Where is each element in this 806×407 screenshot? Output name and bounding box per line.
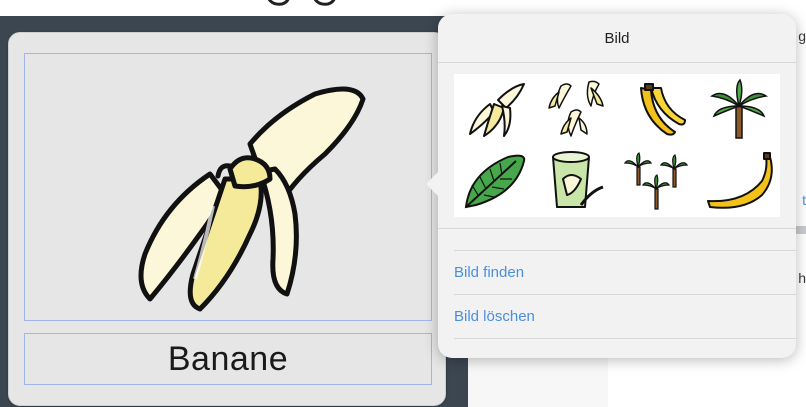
image-option-3[interactable] — [617, 74, 699, 146]
banana-yogurt-icon — [552, 151, 604, 209]
banana-leaf-icon — [464, 154, 525, 209]
divider — [438, 228, 796, 229]
popover-title: Bild — [604, 29, 630, 47]
image-suggestion-grid — [454, 74, 780, 217]
cut-text: g — [798, 28, 806, 44]
card-label-area[interactable]: Banane — [24, 333, 432, 385]
divider — [454, 338, 796, 339]
image-option-8[interactable] — [699, 146, 781, 218]
image-popover: Bild Bild finden Bild löschen — [426, 14, 796, 358]
divider — [438, 62, 796, 63]
peeled-banana-small-icon — [468, 82, 525, 137]
whole-banana-icon — [707, 152, 773, 209]
card-label: Banane — [167, 339, 289, 378]
banana-trees-icon — [623, 152, 688, 210]
delete-image-button[interactable]: Bild löschen — [454, 294, 780, 338]
find-image-button[interactable]: Bild finden — [454, 250, 780, 294]
image-option-4[interactable] — [699, 74, 781, 146]
image-option-7[interactable] — [617, 146, 699, 218]
symbol-card[interactable]: Banane — [8, 32, 446, 406]
cut-text: h — [798, 270, 806, 286]
image-option-2[interactable] — [536, 74, 618, 146]
image-option-5[interactable] — [454, 146, 536, 218]
banana-tree-icon — [710, 78, 769, 139]
banana-bunch-icon — [639, 82, 686, 136]
cut-link-text: t — [802, 192, 806, 208]
peeled-banana-icon — [138, 86, 366, 312]
three-peeled-bananas-icon — [548, 80, 604, 137]
card-image-area[interactable] — [24, 53, 432, 321]
title-fragment-icon — [260, 0, 380, 12]
popover-arrow — [426, 172, 438, 196]
image-option-1[interactable] — [454, 74, 536, 146]
image-option-6[interactable] — [536, 146, 618, 218]
